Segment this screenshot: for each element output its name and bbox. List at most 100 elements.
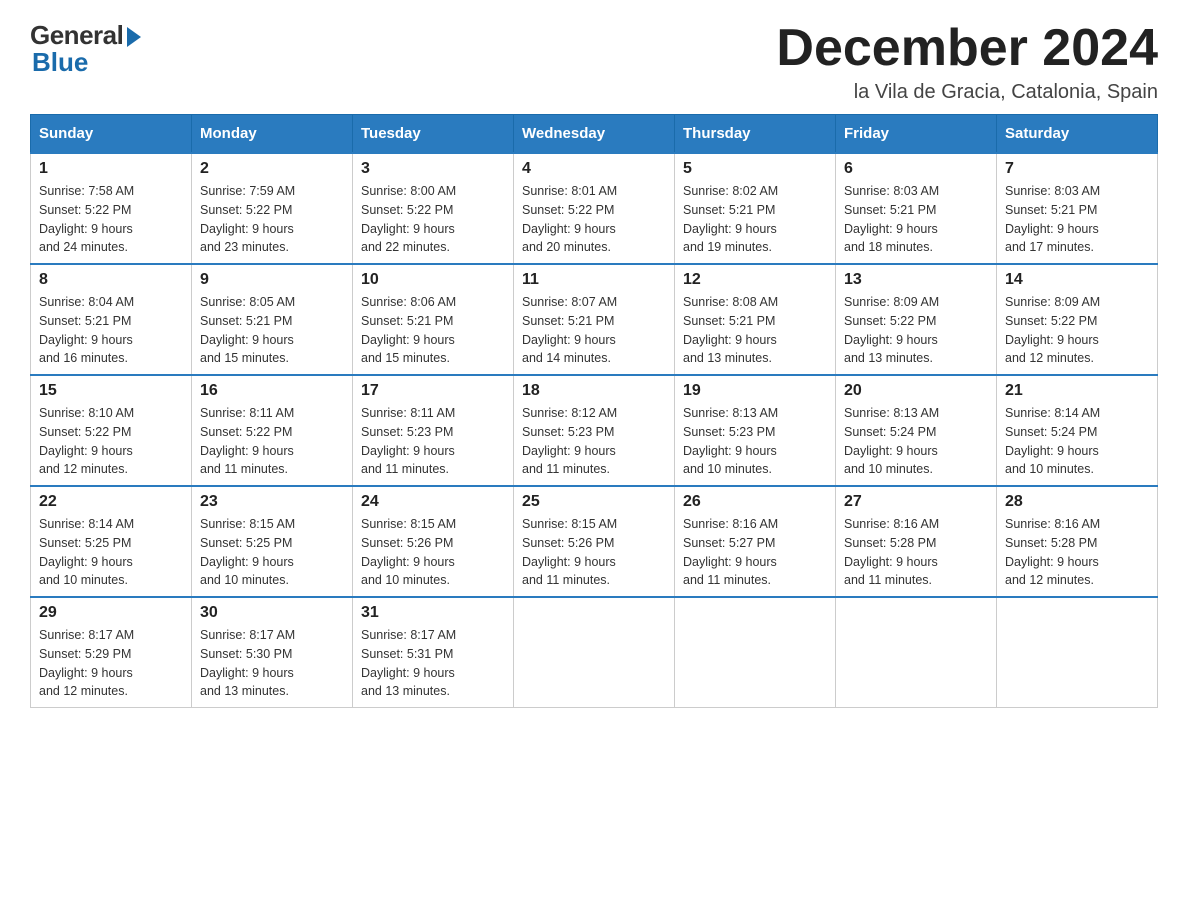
location-text: la Vila de Gracia, Catalonia, Spain — [776, 81, 1158, 104]
calendar-cell: 29 Sunrise: 8:17 AMSunset: 5:29 PMDayligh… — [31, 597, 192, 708]
calendar-cell: 8Sunrise: 8:04 AMSunset: 5:21 PMDaylight… — [31, 264, 192, 375]
calendar-cell: 18 Sunrise: 8:12 AMSunset: 5:23 PMDayligh… — [514, 375, 675, 486]
day-number: 24 — [361, 493, 505, 511]
calendar-cell: 12Sunrise: 8:08 AMSunset: 5:21 PMDayligh… — [675, 264, 836, 375]
day-info: Sunrise: 8:15 AMSunset: 5:26 PMDaylight:… — [361, 515, 505, 590]
day-info: Sunrise: 8:00 AMSunset: 5:22 PMDaylight:… — [361, 182, 505, 257]
day-number: 30 — [200, 604, 344, 622]
calendar-cell — [675, 597, 836, 708]
day-number: 14 — [1005, 271, 1149, 289]
day-number: 19 — [683, 382, 827, 400]
day-number: 11 — [522, 271, 666, 289]
calendar-cell: 10Sunrise: 8:06 AMSunset: 5:21 PMDayligh… — [353, 264, 514, 375]
day-number: 28 — [1005, 493, 1149, 511]
calendar-cell: 31 Sunrise: 8:17 AMSunset: 5:31 PMDayligh… — [353, 597, 514, 708]
month-title: December 2024 — [776, 20, 1158, 77]
calendar-cell: 1 Sunrise: 7:58 AMSunset: 5:22 PMDaylight… — [31, 153, 192, 264]
day-info: Sunrise: 8:14 AMSunset: 5:24 PMDaylight:… — [1005, 404, 1149, 479]
day-info: Sunrise: 8:01 AMSunset: 5:22 PMDaylight:… — [522, 182, 666, 257]
day-number: 12 — [683, 271, 827, 289]
calendar-header-saturday: Saturday — [997, 115, 1158, 154]
calendar-cell: 26 Sunrise: 8:16 AMSunset: 5:27 PMDayligh… — [675, 486, 836, 597]
day-info: Sunrise: 8:02 AMSunset: 5:21 PMDaylight:… — [683, 182, 827, 257]
day-info: Sunrise: 8:16 AMSunset: 5:28 PMDaylight:… — [844, 515, 988, 590]
calendar-week-row: 15 Sunrise: 8:10 AMSunset: 5:22 PMDayligh… — [31, 375, 1158, 486]
calendar-week-row: 29 Sunrise: 8:17 AMSunset: 5:29 PMDayligh… — [31, 597, 1158, 708]
calendar-header-row: SundayMondayTuesdayWednesdayThursdayFrid… — [31, 115, 1158, 154]
day-info: Sunrise: 8:17 AMSunset: 5:31 PMDaylight:… — [361, 626, 505, 701]
day-number: 10 — [361, 271, 505, 289]
calendar-cell: 17 Sunrise: 8:11 AMSunset: 5:23 PMDayligh… — [353, 375, 514, 486]
logo-blue-text: Blue — [32, 47, 88, 78]
day-info: Sunrise: 8:03 AMSunset: 5:21 PMDaylight:… — [1005, 182, 1149, 257]
day-info: Sunrise: 8:05 AMSunset: 5:21 PMDaylight:… — [200, 293, 344, 368]
day-info: Sunrise: 8:10 AMSunset: 5:22 PMDaylight:… — [39, 404, 183, 479]
day-info: Sunrise: 8:04 AMSunset: 5:21 PMDaylight:… — [39, 293, 183, 368]
calendar-cell — [514, 597, 675, 708]
day-info: Sunrise: 8:13 AMSunset: 5:23 PMDaylight:… — [683, 404, 827, 479]
day-info: Sunrise: 8:11 AMSunset: 5:23 PMDaylight:… — [361, 404, 505, 479]
calendar-cell: 23 Sunrise: 8:15 AMSunset: 5:25 PMDayligh… — [192, 486, 353, 597]
calendar-table: SundayMondayTuesdayWednesdayThursdayFrid… — [30, 114, 1158, 708]
day-number: 3 — [361, 160, 505, 178]
day-number: 18 — [522, 382, 666, 400]
calendar-cell — [836, 597, 997, 708]
day-info: Sunrise: 8:15 AMSunset: 5:25 PMDaylight:… — [200, 515, 344, 590]
day-number: 31 — [361, 604, 505, 622]
calendar-cell: 15 Sunrise: 8:10 AMSunset: 5:22 PMDayligh… — [31, 375, 192, 486]
day-number: 9 — [200, 271, 344, 289]
day-info: Sunrise: 8:03 AMSunset: 5:21 PMDaylight:… — [844, 182, 988, 257]
calendar-cell — [997, 597, 1158, 708]
day-info: Sunrise: 8:15 AMSunset: 5:26 PMDaylight:… — [522, 515, 666, 590]
day-info: Sunrise: 8:16 AMSunset: 5:27 PMDaylight:… — [683, 515, 827, 590]
day-number: 22 — [39, 493, 183, 511]
calendar-header-thursday: Thursday — [675, 115, 836, 154]
day-info: Sunrise: 7:58 AMSunset: 5:22 PMDaylight:… — [39, 182, 183, 257]
day-info: Sunrise: 8:17 AMSunset: 5:29 PMDaylight:… — [39, 626, 183, 701]
day-number: 21 — [1005, 382, 1149, 400]
day-number: 13 — [844, 271, 988, 289]
calendar-cell: 6 Sunrise: 8:03 AMSunset: 5:21 PMDaylight… — [836, 153, 997, 264]
day-number: 25 — [522, 493, 666, 511]
day-info: Sunrise: 8:16 AMSunset: 5:28 PMDaylight:… — [1005, 515, 1149, 590]
day-number: 16 — [200, 382, 344, 400]
calendar-cell: 4Sunrise: 8:01 AMSunset: 5:22 PMDaylight… — [514, 153, 675, 264]
calendar-header-monday: Monday — [192, 115, 353, 154]
calendar-cell: 14 Sunrise: 8:09 AMSunset: 5:22 PMDayligh… — [997, 264, 1158, 375]
day-info: Sunrise: 7:59 AMSunset: 5:22 PMDaylight:… — [200, 182, 344, 257]
calendar-week-row: 8Sunrise: 8:04 AMSunset: 5:21 PMDaylight… — [31, 264, 1158, 375]
day-number: 17 — [361, 382, 505, 400]
day-info: Sunrise: 8:14 AMSunset: 5:25 PMDaylight:… — [39, 515, 183, 590]
day-number: 29 — [39, 604, 183, 622]
day-number: 7 — [1005, 160, 1149, 178]
calendar-cell: 25 Sunrise: 8:15 AMSunset: 5:26 PMDayligh… — [514, 486, 675, 597]
calendar-cell: 13 Sunrise: 8:09 AMSunset: 5:22 PMDayligh… — [836, 264, 997, 375]
calendar-week-row: 1 Sunrise: 7:58 AMSunset: 5:22 PMDaylight… — [31, 153, 1158, 264]
day-number: 26 — [683, 493, 827, 511]
calendar-cell: 9 Sunrise: 8:05 AMSunset: 5:21 PMDaylight… — [192, 264, 353, 375]
logo-arrow-icon — [127, 27, 141, 47]
calendar-cell: 3 Sunrise: 8:00 AMSunset: 5:22 PMDaylight… — [353, 153, 514, 264]
day-info: Sunrise: 8:09 AMSunset: 5:22 PMDaylight:… — [844, 293, 988, 368]
calendar-cell: 20Sunrise: 8:13 AMSunset: 5:24 PMDayligh… — [836, 375, 997, 486]
calendar-cell: 7 Sunrise: 8:03 AMSunset: 5:21 PMDaylight… — [997, 153, 1158, 264]
day-info: Sunrise: 8:11 AMSunset: 5:22 PMDaylight:… — [200, 404, 344, 479]
day-number: 5 — [683, 160, 827, 178]
page-header: General Blue December 2024 la Vila de Gr… — [30, 20, 1158, 104]
day-info: Sunrise: 8:12 AMSunset: 5:23 PMDaylight:… — [522, 404, 666, 479]
calendar-header-sunday: Sunday — [31, 115, 192, 154]
day-number: 23 — [200, 493, 344, 511]
day-number: 15 — [39, 382, 183, 400]
day-number: 1 — [39, 160, 183, 178]
calendar-cell: 30 Sunrise: 8:17 AMSunset: 5:30 PMDayligh… — [192, 597, 353, 708]
day-number: 6 — [844, 160, 988, 178]
day-info: Sunrise: 8:13 AMSunset: 5:24 PMDaylight:… — [844, 404, 988, 479]
calendar-cell: 21 Sunrise: 8:14 AMSunset: 5:24 PMDayligh… — [997, 375, 1158, 486]
calendar-cell: 16 Sunrise: 8:11 AMSunset: 5:22 PMDayligh… — [192, 375, 353, 486]
day-info: Sunrise: 8:09 AMSunset: 5:22 PMDaylight:… — [1005, 293, 1149, 368]
calendar-cell: 5 Sunrise: 8:02 AMSunset: 5:21 PMDaylight… — [675, 153, 836, 264]
calendar-week-row: 22 Sunrise: 8:14 AMSunset: 5:25 PMDayligh… — [31, 486, 1158, 597]
day-info: Sunrise: 8:07 AMSunset: 5:21 PMDaylight:… — [522, 293, 666, 368]
calendar-header-friday: Friday — [836, 115, 997, 154]
day-info: Sunrise: 8:17 AMSunset: 5:30 PMDaylight:… — [200, 626, 344, 701]
